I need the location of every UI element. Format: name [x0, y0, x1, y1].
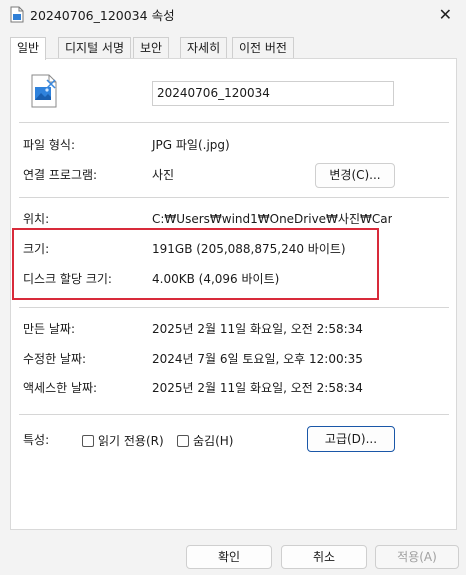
advanced-button[interactable]: 고급(D)...: [307, 426, 395, 452]
file-type-label: 파일 형식:: [23, 138, 76, 152]
divider: [19, 414, 449, 415]
tab-previous-versions[interactable]: 이전 버전: [232, 37, 294, 59]
file-type-value: JPG 파일(.jpg): [152, 138, 230, 152]
highlight-box: [12, 228, 379, 300]
image-file-icon: [31, 74, 57, 108]
open-with-label: 연결 프로그램:: [23, 168, 98, 182]
hidden-label: 숨김(H): [193, 434, 234, 448]
created-value: 2025년 2월 11일 화요일, 오전 2:58:34: [152, 322, 363, 336]
accessed-value: 2025년 2월 11일 화요일, 오전 2:58:34: [152, 381, 363, 395]
file-icon: [10, 6, 24, 23]
change-button[interactable]: 변경(C)...: [315, 163, 395, 188]
created-label: 만든 날짜:: [23, 322, 76, 336]
tab-digital-signature[interactable]: 디지털 서명: [58, 37, 132, 59]
cancel-button[interactable]: 취소: [281, 545, 367, 569]
close-icon[interactable]: ✕: [439, 5, 452, 24]
divider: [19, 197, 449, 198]
modified-value: 2024년 7월 6일 토요일, 오후 12:00:35: [152, 352, 363, 366]
checkbox-box[interactable]: [177, 435, 189, 447]
modified-label: 수정한 날짜:: [23, 352, 87, 366]
readonly-checkbox[interactable]: 읽기 전용(R): [82, 432, 164, 449]
divider: [19, 122, 449, 123]
apply-button[interactable]: 적용(A): [375, 545, 459, 569]
file-name-input[interactable]: 20240706_120034: [152, 81, 394, 106]
checkbox-box[interactable]: [82, 435, 94, 447]
readonly-label: 읽기 전용(R): [98, 434, 164, 448]
location-label: 위치:: [23, 212, 50, 226]
accessed-label: 액세스한 날짜:: [23, 381, 98, 395]
divider: [19, 307, 449, 308]
tab-general[interactable]: 일반: [10, 37, 47, 60]
tab-details[interactable]: 자세히: [180, 37, 228, 59]
attributes-label: 특성:: [23, 433, 50, 447]
tab-security[interactable]: 보안: [133, 37, 170, 59]
ok-button[interactable]: 확인: [186, 545, 272, 569]
location-value: C:₩Users₩wind1₩OneDrive₩사진₩Camera: [152, 212, 392, 226]
title-bar: 20240706_120034 속성 ✕: [0, 0, 466, 30]
window-title: 20240706_120034 속성: [30, 8, 175, 23]
hidden-checkbox[interactable]: 숨김(H): [177, 432, 233, 449]
open-with-value: 사진: [152, 168, 175, 182]
